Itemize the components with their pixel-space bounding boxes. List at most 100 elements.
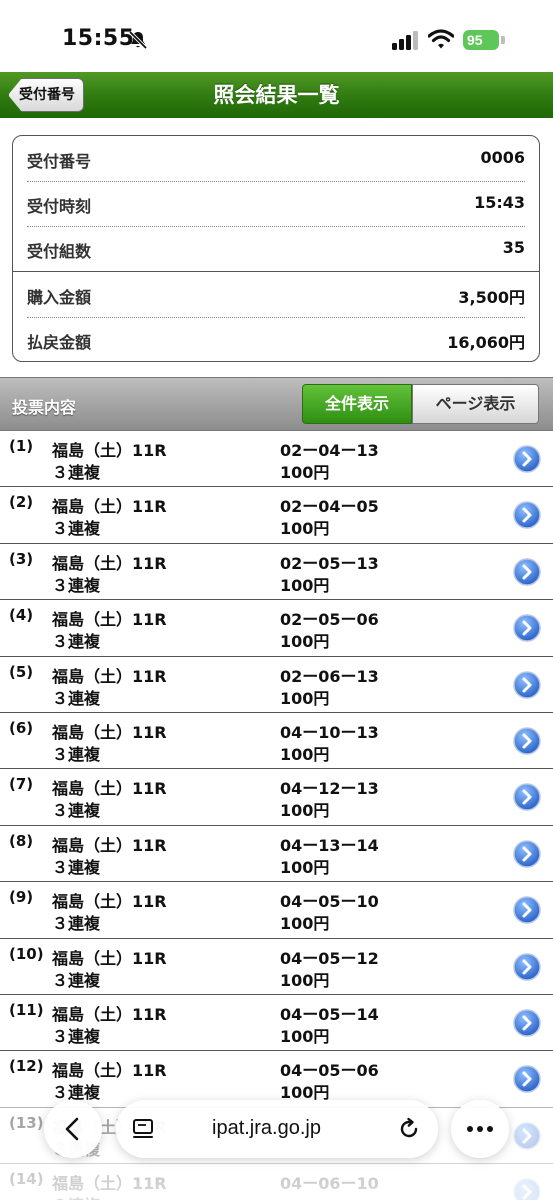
bet-number: (1) xyxy=(9,437,34,455)
bet-type: ３連複 xyxy=(52,857,101,877)
bet-amount: 100円 xyxy=(280,575,330,595)
bet-race: 福島（土）11R xyxy=(52,1061,167,1081)
bet-combination: 02ー05ー06 xyxy=(280,610,379,630)
show-all-button[interactable]: 全件表示 xyxy=(302,384,412,424)
bet-combination: 04ー05ー14 xyxy=(280,1004,379,1024)
more-options-button[interactable] xyxy=(451,1100,509,1158)
bet-number: (12) xyxy=(9,1057,44,1076)
bet-type: ３連複 xyxy=(52,1192,100,1200)
reload-icon[interactable] xyxy=(396,1116,422,1142)
bet-number: (6) xyxy=(9,718,34,737)
row-label: 購入金額 xyxy=(27,288,92,307)
bet-row[interactable]: (11) 福島（土）11R ３連複 04ー05ー14 100円 xyxy=(0,994,553,1052)
bet-row[interactable]: (7) 福島（土）11R ３連複 04ー12ー13 100円 xyxy=(0,769,553,826)
bet-row[interactable]: (4) 福島（土）11R ３連複 02ー05ー06 100円 xyxy=(0,600,553,657)
chevron-right-circle-icon[interactable] xyxy=(513,670,541,699)
chevron-right-circle-icon[interactable] xyxy=(513,445,541,473)
bet-combination: 04ー13ー14 xyxy=(280,835,379,855)
chevron-right-circle-icon[interactable] xyxy=(513,727,541,755)
bet-type: ３連複 xyxy=(52,914,101,934)
chevron-right-circle-icon[interactable] xyxy=(513,501,541,530)
bet-row[interactable]: (3) 福島（土）11R ３連複 02ー05ー13 100円 xyxy=(0,543,553,601)
bet-type: ３連複 xyxy=(52,463,101,482)
row-value: 35 xyxy=(502,238,525,257)
wifi-icon xyxy=(428,29,454,49)
chevron-right-circle-icon[interactable] xyxy=(513,952,541,981)
bet-amount: 100円 xyxy=(280,463,330,482)
chevron-right-circle-icon[interactable] xyxy=(513,614,541,642)
bet-row[interactable]: (5) 福島（土）11R ３連複 02ー06ー13 100円 xyxy=(0,656,553,713)
bet-combination: 02ー04ー05 xyxy=(280,497,379,517)
bet-type: ３連複 xyxy=(52,519,101,539)
battery-level: 95 xyxy=(463,30,499,50)
status-bar: 15:55 95 xyxy=(0,0,553,72)
chevron-right-circle-icon[interactable] xyxy=(513,558,541,586)
bet-combination: 04ー06ー10 xyxy=(280,1174,379,1194)
bet-race: 福島（土）11R xyxy=(52,1004,167,1024)
chevron-right-circle-icon[interactable] xyxy=(513,1009,541,1037)
chevron-right-circle-icon[interactable] xyxy=(513,1121,541,1150)
chevron-right-circle-icon[interactable] xyxy=(513,1065,541,1094)
bet-number: (11) xyxy=(9,1000,44,1019)
bet-race: 福島（土）11R xyxy=(52,610,167,630)
browser-back-button[interactable] xyxy=(44,1100,102,1158)
bet-row[interactable]: (8) 福島（土）11R ３連複 04ー13ー14 100円 xyxy=(0,825,553,883)
row-value: 0006 xyxy=(480,148,525,167)
bet-race: 福島（土）11R xyxy=(52,441,167,460)
bet-row[interactable]: (2) 福島（土）11R ３連複 02ー04ー05 100円 xyxy=(0,487,553,544)
row-value: 16,060円 xyxy=(447,333,525,352)
bet-amount: 100円 xyxy=(280,519,330,539)
chevron-left-icon xyxy=(65,1117,79,1141)
address-bar[interactable]: ipat.jra.go.jp xyxy=(116,1100,438,1158)
payout-amount-row: 払戻金額 16,060円 xyxy=(27,317,525,361)
bet-row[interactable]: (1) 福島（土）11R ３連複 02ー04ー13 100円 xyxy=(0,431,553,488)
chevron-right-circle-icon[interactable] xyxy=(513,896,541,924)
bet-combination: 02ー06ー13 xyxy=(280,666,379,686)
status-time: 15:55 xyxy=(62,26,135,51)
bet-type: ３連複 xyxy=(52,970,101,990)
cellular-signal-icon xyxy=(392,31,418,50)
bet-race: 福島（土）11R xyxy=(52,666,167,686)
bet-race: 福島（土）11R xyxy=(52,722,167,742)
url-text[interactable]: ipat.jra.go.jp xyxy=(212,1117,321,1140)
receipt-number-row: 受付番号 0006 xyxy=(27,136,525,180)
bet-amount: 100円 xyxy=(280,632,330,652)
bet-row[interactable]: (14) 福島（土）11R３連複 04ー06ー10 xyxy=(0,1164,553,1200)
bet-race: 福島（土）11R xyxy=(52,497,167,517)
section-title: 投票内容 xyxy=(12,398,77,417)
bet-combination: 04ー10ー13 xyxy=(280,722,379,742)
row-value: 15:43 xyxy=(474,193,525,212)
bet-number: (2) xyxy=(9,493,34,512)
row-label: 受付組数 xyxy=(27,242,92,261)
bet-number: (9) xyxy=(9,888,34,907)
bet-combination: 04ー05ー12 xyxy=(280,948,379,968)
bet-race: 福島（土）11R xyxy=(52,835,167,855)
bet-race: 福島（土）11R xyxy=(52,892,167,912)
bet-race: 福島（土）11R xyxy=(52,779,167,799)
chevron-right-circle-icon[interactable] xyxy=(513,839,541,868)
receipt-time-row: 受付時刻 15:43 xyxy=(27,181,525,225)
bet-combination: 02ー05ー13 xyxy=(280,553,379,573)
row-label: 払戻金額 xyxy=(27,333,92,352)
bet-number: (7) xyxy=(9,775,34,794)
receipt-summary-card: 受付番号 0006 受付時刻 15:43 受付組数 35 購入金額 3,500円… xyxy=(12,135,540,362)
bet-combination: 04ー05ー10 xyxy=(280,892,379,912)
bet-row[interactable]: (10) 福島（土）11R ３連複 04ー05ー12 100円 xyxy=(0,938,553,995)
chevron-right-circle-icon[interactable] xyxy=(513,783,541,812)
bet-combination: 04ー12ー13 xyxy=(280,779,379,799)
back-button[interactable]: 受付番号 xyxy=(8,78,84,112)
bet-number: (8) xyxy=(9,831,34,850)
bet-amount: 100円 xyxy=(280,1026,330,1046)
bet-combination: 04ー05ー06 xyxy=(280,1061,379,1081)
bet-type: ３連複 xyxy=(52,1026,101,1046)
bet-row[interactable]: (6) 福島（土）11R ３連複 04ー10ー13 100円 xyxy=(0,712,553,770)
page-view-button[interactable]: ページ表示 xyxy=(412,384,539,424)
bet-race: 福島（土）11R xyxy=(52,948,167,968)
bet-row[interactable]: (9) 福島（土）11R ３連複 04ー05ー10 100円 xyxy=(0,882,553,939)
bet-type: ３連複 xyxy=(52,575,101,595)
tab-overview-icon[interactable] xyxy=(132,1117,156,1141)
bet-race: 福島（土）11R xyxy=(52,553,167,573)
bet-amount: 100円 xyxy=(280,801,330,821)
chevron-right-circle-icon[interactable] xyxy=(513,1178,541,1200)
bet-amount: 100円 xyxy=(280,914,330,934)
